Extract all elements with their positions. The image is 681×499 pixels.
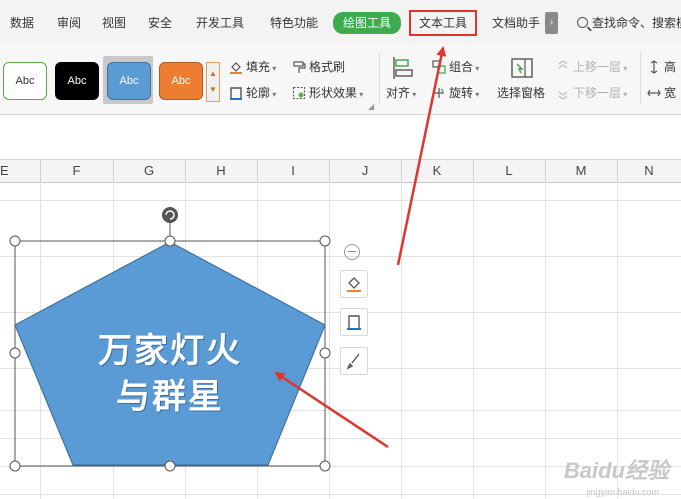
resize-handle-bottom-right[interactable] <box>319 460 331 472</box>
resize-handle-right[interactable] <box>319 347 331 359</box>
paint-bucket-icon <box>347 277 361 292</box>
annotation-arrow-to-shape <box>274 371 389 449</box>
quick-style-button[interactable] <box>340 347 368 375</box>
resize-handle-top-left[interactable] <box>9 235 21 247</box>
quick-outline-button[interactable] <box>340 308 368 336</box>
watermark-url: jingyan.baidu.com <box>586 487 659 497</box>
resize-handle-top-right[interactable] <box>319 235 331 247</box>
resize-handle-bottom[interactable] <box>164 460 176 472</box>
rotate-handle-icon[interactable] <box>162 207 178 223</box>
shape-text-line-2: 与群星 <box>116 377 224 417</box>
canvas-overlay <box>9 46 447 472</box>
annotation-arrow-to-text-tools <box>396 46 447 266</box>
watermark-logo: Baidu经验 <box>563 458 669 483</box>
shape-text[interactable]: 万家灯火 与群星 <box>70 328 270 420</box>
quick-fill-button[interactable] <box>340 270 368 298</box>
collapse-toolbar-button[interactable] <box>344 244 360 260</box>
brush-icon <box>346 353 360 370</box>
shape-text-line-1: 万家灯火 <box>98 331 242 371</box>
outline-icon <box>347 315 361 330</box>
resize-handle-top[interactable] <box>164 235 176 247</box>
resize-handle-bottom-left[interactable] <box>9 460 21 472</box>
resize-handle-left[interactable] <box>9 347 21 359</box>
